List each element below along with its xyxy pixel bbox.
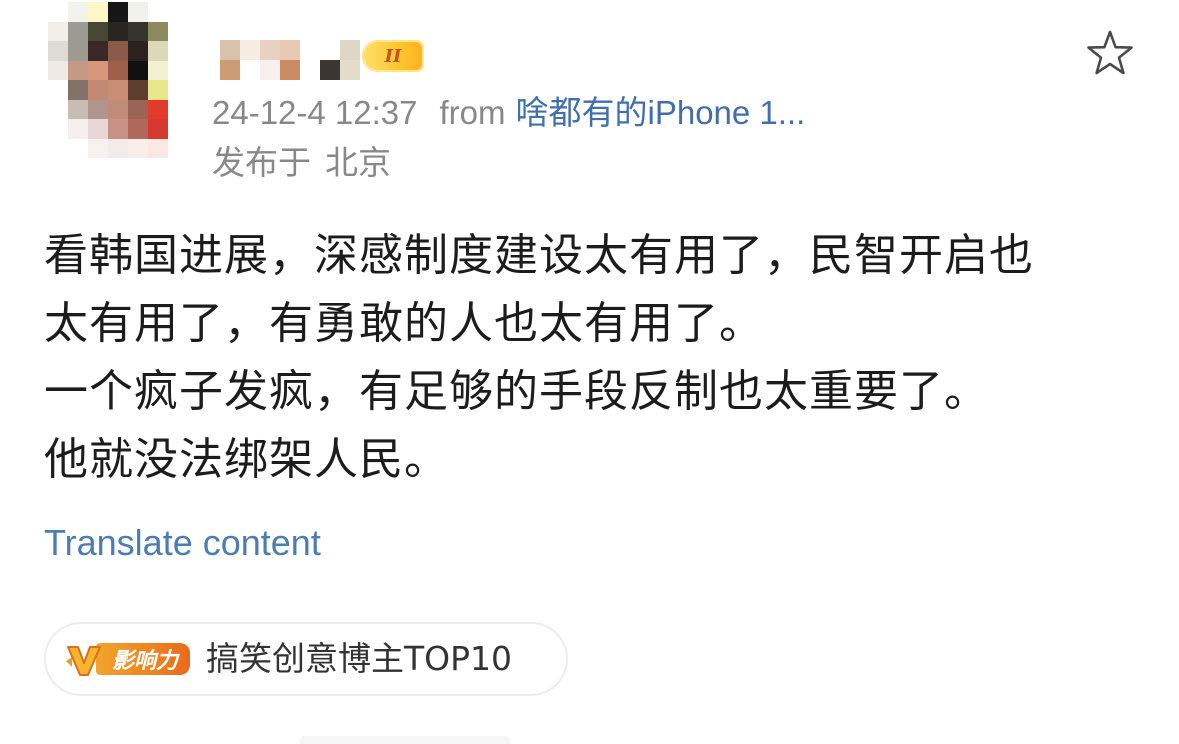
post-meta: 24-12-4 12:37 from 啥都有的iPhone 1... (212, 92, 805, 134)
post-line: 一个疯子发疯，有足够的手段反制也太重要了。 (44, 366, 989, 417)
influence-tag-text: 搞笑创意博主TOP10 (206, 639, 513, 678)
post-source-link[interactable]: 啥都有的iPhone 1... (516, 94, 806, 131)
post-location: 发布于 北京 (212, 142, 391, 184)
post-content: 看韩国进展，深感制度建设太有用了，民智开启也 太有用了，有勇敢的人也太有用了。 … (44, 222, 1144, 494)
influence-tag-pill[interactable]: V 影响力 搞笑创意博主TOP10 (44, 622, 568, 696)
avatar[interactable] (48, 2, 188, 158)
star-outline-icon[interactable] (1084, 28, 1136, 80)
influence-badge: V 影响力 (62, 637, 191, 681)
username[interactable] (220, 40, 360, 80)
timestamp: 24-12-4 12:37 (212, 94, 418, 131)
vip-level-badge[interactable]: II (362, 40, 424, 72)
v-badge-icon: V (62, 637, 106, 681)
location-prefix: 发布于 (212, 144, 311, 181)
influence-badge-label: 影响力 (96, 643, 191, 675)
location-name: 北京 (325, 144, 391, 181)
post-line: 他就没法绑架人民。 (44, 434, 449, 485)
translate-content-link[interactable]: Translate content (44, 520, 321, 566)
from-label: from (439, 94, 506, 131)
vip-level-text: II (384, 45, 402, 67)
post-line: 看韩国进展，深感制度建设太有用了，民智开启也 (44, 230, 1034, 281)
post-header: II 24-12-4 12:37 from 啥都有的iPhone 1... 发布于北… (0, 0, 1179, 200)
next-element-edge (300, 736, 510, 744)
post-line: 太有用了，有勇敢的人也太有用了。 (44, 298, 764, 349)
